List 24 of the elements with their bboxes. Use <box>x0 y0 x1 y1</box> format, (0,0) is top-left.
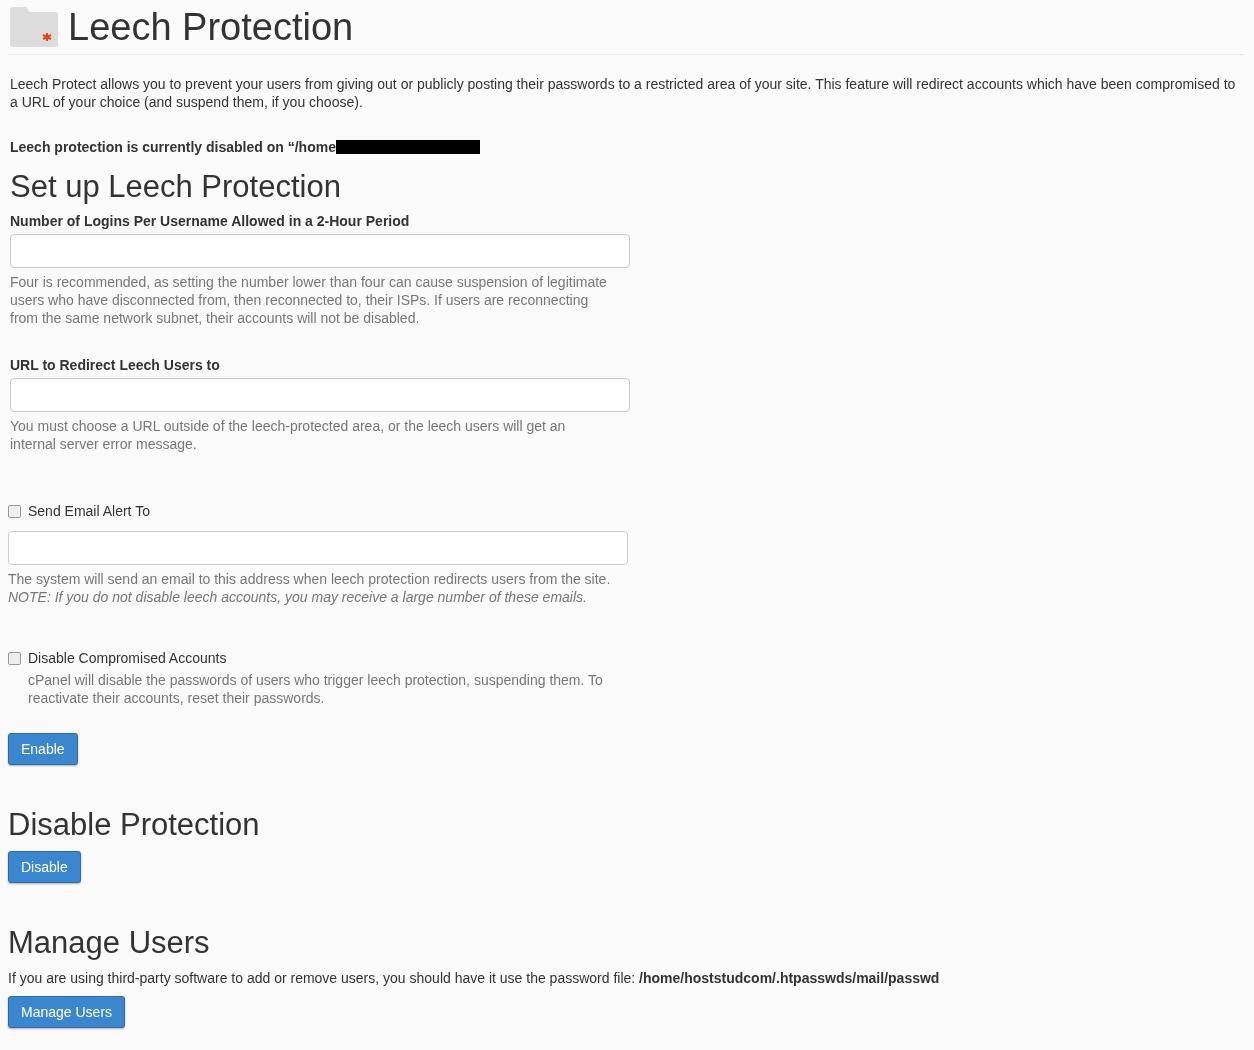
page-title: Leech Protection <box>68 5 354 49</box>
section-heading: Set up Leech Protection <box>10 169 342 205</box>
disable-button[interactable]: Disable <box>8 851 81 883</box>
section-heading: Manage Users <box>8 925 211 961</box>
input-field[interactable] <box>10 378 630 412</box>
status-text: Leech protection is currently disabled on “/home <box>10 139 336 155</box>
help-text: Four is recommended, as setting the number lower than four can cause suspension of legitimate users who have disconnected from, then reconnected to, their ISPs. If users are reconnecting from the same network subnet, their accounts will not be disabled. <box>10 273 608 327</box>
field-label: Number of Logins Per Username Allowed in a 2-Hour Period <box>10 213 411 229</box>
intro-text: Leech Protect allows you to prevent your users from giving out or publicly posting their passwords to a restricted area of your site. This feature will redirect accounts which have been compromised to a URL of your choice (and suspend them, if you choose). <box>10 75 1237 111</box>
checkbox[interactable] <box>8 504 21 518</box>
folder-icon <box>10 7 58 47</box>
help-text: cPanel will disable the passwords of users who trigger leech protection, suspending them. To reactivate their accounts, reset their passwords. <box>28 671 604 707</box>
help-text: The system will send an email to this address when leech protection redirects users from the site. NOTE: If you do not disable leech accounts, you may receive a large number of these emails. <box>8 570 612 606</box>
enable-button[interactable]: Enable <box>8 733 78 765</box>
field-label: URL to Redirect Leech Users to <box>10 357 221 373</box>
help-text: You must choose a URL outside of the leech-protected area, or the leech users will get an internal server error message. <box>10 417 567 453</box>
checkbox-label: Send Email Alert To <box>28 503 150 519</box>
manage-users-button[interactable]: Manage Users <box>8 996 126 1028</box>
input-field[interactable] <box>10 234 630 268</box>
manage-text: If you are using third-party software to add or remove users, you should have it use the password file: /home/hoststudcom/.htpasswds/mail/passwd <box>8 969 941 987</box>
section-heading: Disable Protection <box>8 807 261 843</box>
checkbox[interactable] <box>8 651 21 665</box>
input-field[interactable] <box>8 531 628 565</box>
checkbox-label: Disable Compromised Accounts <box>28 650 227 666</box>
